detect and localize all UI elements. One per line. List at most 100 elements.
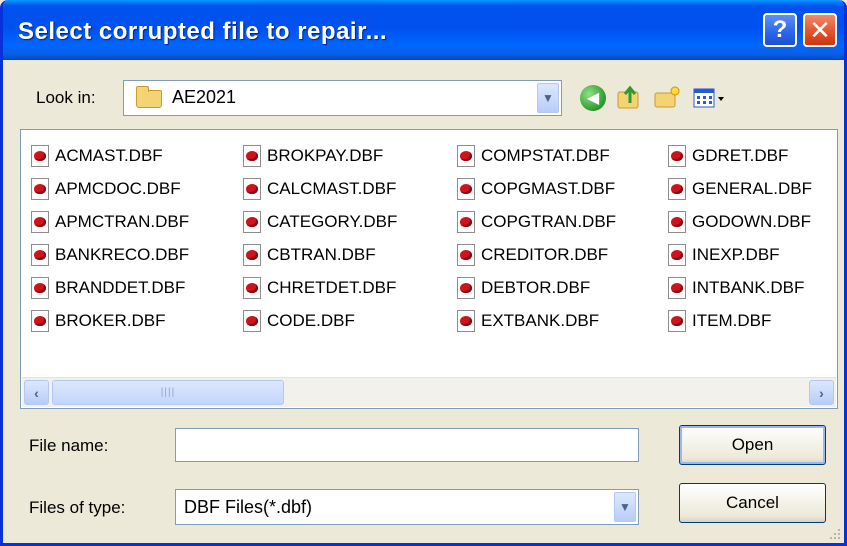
dbf-file-icon (31, 177, 49, 200)
file-name-label: BROKER.DBF (55, 310, 166, 330)
new-folder-icon[interactable] (653, 84, 681, 110)
dbf-file-icon (668, 210, 686, 233)
dbf-file-icon (668, 243, 686, 266)
file-type-dropdown[interactable]: DBF Files(*.dbf) ▼ (175, 489, 639, 525)
file-name-label: COPGTRAN.DBF (481, 211, 617, 231)
file-name-label: ACMAST.DBF (55, 145, 163, 165)
horizontal-scrollbar[interactable]: ‹ |||| › (22, 377, 836, 407)
dbf-file-icon (31, 276, 49, 299)
file-name-label: CBTRAN.DBF (267, 244, 376, 264)
dbf-file-icon (243, 177, 261, 200)
file-name-label: COPGMAST.DBF (481, 178, 616, 198)
file-item[interactable]: CODE.DBF (243, 304, 397, 337)
file-column-3: COMPSTAT.DBF COPGMAST.DBF COPGTRAN.DBF C… (457, 139, 616, 337)
dbf-file-icon (31, 210, 49, 233)
scrollbar-thumb[interactable]: |||| (52, 380, 284, 405)
dbf-file-icon (31, 144, 49, 167)
file-name-label: GENERAL.DBF (692, 178, 812, 198)
file-name-label: ITEM.DBF (692, 310, 772, 330)
dbf-file-icon (243, 276, 261, 299)
file-item[interactable]: ACMAST.DBF (31, 139, 189, 172)
file-name-label: COMPSTAT.DBF (481, 145, 610, 165)
file-name-label: INEXP.DBF (692, 244, 780, 264)
chevron-down-icon[interactable]: ▼ (614, 492, 636, 522)
file-item[interactable]: APMCTRAN.DBF (31, 205, 189, 238)
file-item[interactable]: GENERAL.DBF (668, 172, 812, 205)
look-in-dropdown[interactable]: AE2021 ▼ (123, 80, 562, 116)
file-item[interactable]: COMPSTAT.DBF (457, 139, 616, 172)
dbf-file-icon (457, 309, 475, 332)
look-in-label: Look in: (36, 88, 96, 107)
file-name-label: CATEGORY.DBF (267, 211, 398, 231)
folder-icon (136, 86, 162, 108)
file-item[interactable]: CBTRAN.DBF (243, 238, 397, 271)
file-name-label: File name: (29, 436, 109, 455)
file-name-label: CODE.DBF (267, 310, 355, 330)
file-name-label: APMCTRAN.DBF (55, 211, 190, 231)
dbf-file-icon (31, 309, 49, 332)
file-item[interactable]: GODOWN.DBF (668, 205, 812, 238)
file-item[interactable]: COPGTRAN.DBF (457, 205, 616, 238)
file-item[interactable]: APMCDOC.DBF (31, 172, 189, 205)
file-name-label: CREDITOR.DBF (481, 244, 609, 264)
dbf-file-icon (243, 144, 261, 167)
file-item[interactable]: CREDITOR.DBF (457, 238, 616, 271)
file-column-2: BROKPAY.DBF CALCMAST.DBF CATEGORY.DBF CB… (243, 139, 397, 337)
dbf-file-icon (243, 210, 261, 233)
file-item[interactable]: ITEM.DBF (668, 304, 812, 337)
up-folder-icon[interactable] (616, 83, 642, 111)
file-name-label: INTBANK.DBF (692, 277, 805, 297)
dbf-file-icon (668, 276, 686, 299)
file-name-label: BANKRECO.DBF (55, 244, 190, 264)
file-item[interactable]: INEXP.DBF (668, 238, 812, 271)
title-bar[interactable]: Select corrupted file to repair... ? ✕ (3, 0, 844, 60)
file-item[interactable]: BROKER.DBF (31, 304, 189, 337)
dbf-file-icon (668, 177, 686, 200)
file-item[interactable]: CALCMAST.DBF (243, 172, 397, 205)
look-in-value: AE2021 (172, 87, 237, 107)
open-button[interactable]: Open (679, 425, 826, 465)
file-name-label: CHRETDET.DBF (267, 277, 397, 297)
file-name-label: BRANDDET.DBF (55, 277, 186, 297)
dbf-file-icon (457, 243, 475, 266)
back-arrow-icon[interactable]: ◀ (580, 85, 606, 111)
file-column-4: GDRET.DBF GENERAL.DBF GODOWN.DBF INEXP.D… (668, 139, 812, 337)
file-type-label: Files of type: (29, 498, 126, 517)
help-button[interactable]: ? (763, 13, 797, 47)
file-item[interactable]: BRANDDET.DBF (31, 271, 189, 304)
file-type-value: DBF Files(*.dbf) (184, 497, 313, 517)
dbf-file-icon (243, 309, 261, 332)
file-item[interactable]: EXTBANK.DBF (457, 304, 616, 337)
chevron-down-icon[interactable]: ▼ (537, 83, 559, 113)
file-name-label: BROKPAY.DBF (267, 145, 384, 165)
file-item[interactable]: BROKPAY.DBF (243, 139, 397, 172)
file-item[interactable]: DEBTOR.DBF (457, 271, 616, 304)
file-name-label: EXTBANK.DBF (481, 310, 600, 330)
file-item[interactable]: CHRETDET.DBF (243, 271, 397, 304)
views-menu-icon[interactable] (692, 85, 726, 111)
scroll-left-icon[interactable]: ‹ (24, 380, 49, 405)
dbf-file-icon (457, 276, 475, 299)
file-item[interactable]: INTBANK.DBF (668, 271, 812, 304)
file-list[interactable]: ACMAST.DBF APMCDOC.DBF APMCTRAN.DBF BANK… (20, 129, 838, 409)
file-name-label: CALCMAST.DBF (267, 178, 397, 198)
file-item[interactable]: GDRET.DBF (668, 139, 812, 172)
dbf-file-icon (668, 144, 686, 167)
close-button[interactable]: ✕ (803, 13, 837, 47)
file-name-input[interactable] (175, 428, 639, 462)
file-item[interactable]: CATEGORY.DBF (243, 205, 397, 238)
dbf-file-icon (243, 243, 261, 266)
dbf-file-icon (457, 210, 475, 233)
dbf-file-icon (668, 309, 686, 332)
dialog-title: Select corrupted file to repair... (18, 18, 388, 45)
cancel-button[interactable]: Cancel (679, 483, 826, 523)
scroll-right-icon[interactable]: › (809, 380, 834, 405)
file-item[interactable]: COPGMAST.DBF (457, 172, 616, 205)
file-name-label: GDRET.DBF (692, 145, 789, 165)
resize-grip-icon[interactable] (828, 527, 842, 541)
file-item[interactable]: BANKRECO.DBF (31, 238, 189, 271)
file-name-label: DEBTOR.DBF (481, 277, 591, 297)
file-open-dialog: Select corrupted file to repair... ? ✕ L… (0, 0, 847, 546)
file-name-label: APMCDOC.DBF (55, 178, 181, 198)
file-column-1: ACMAST.DBF APMCDOC.DBF APMCTRAN.DBF BANK… (31, 139, 189, 337)
